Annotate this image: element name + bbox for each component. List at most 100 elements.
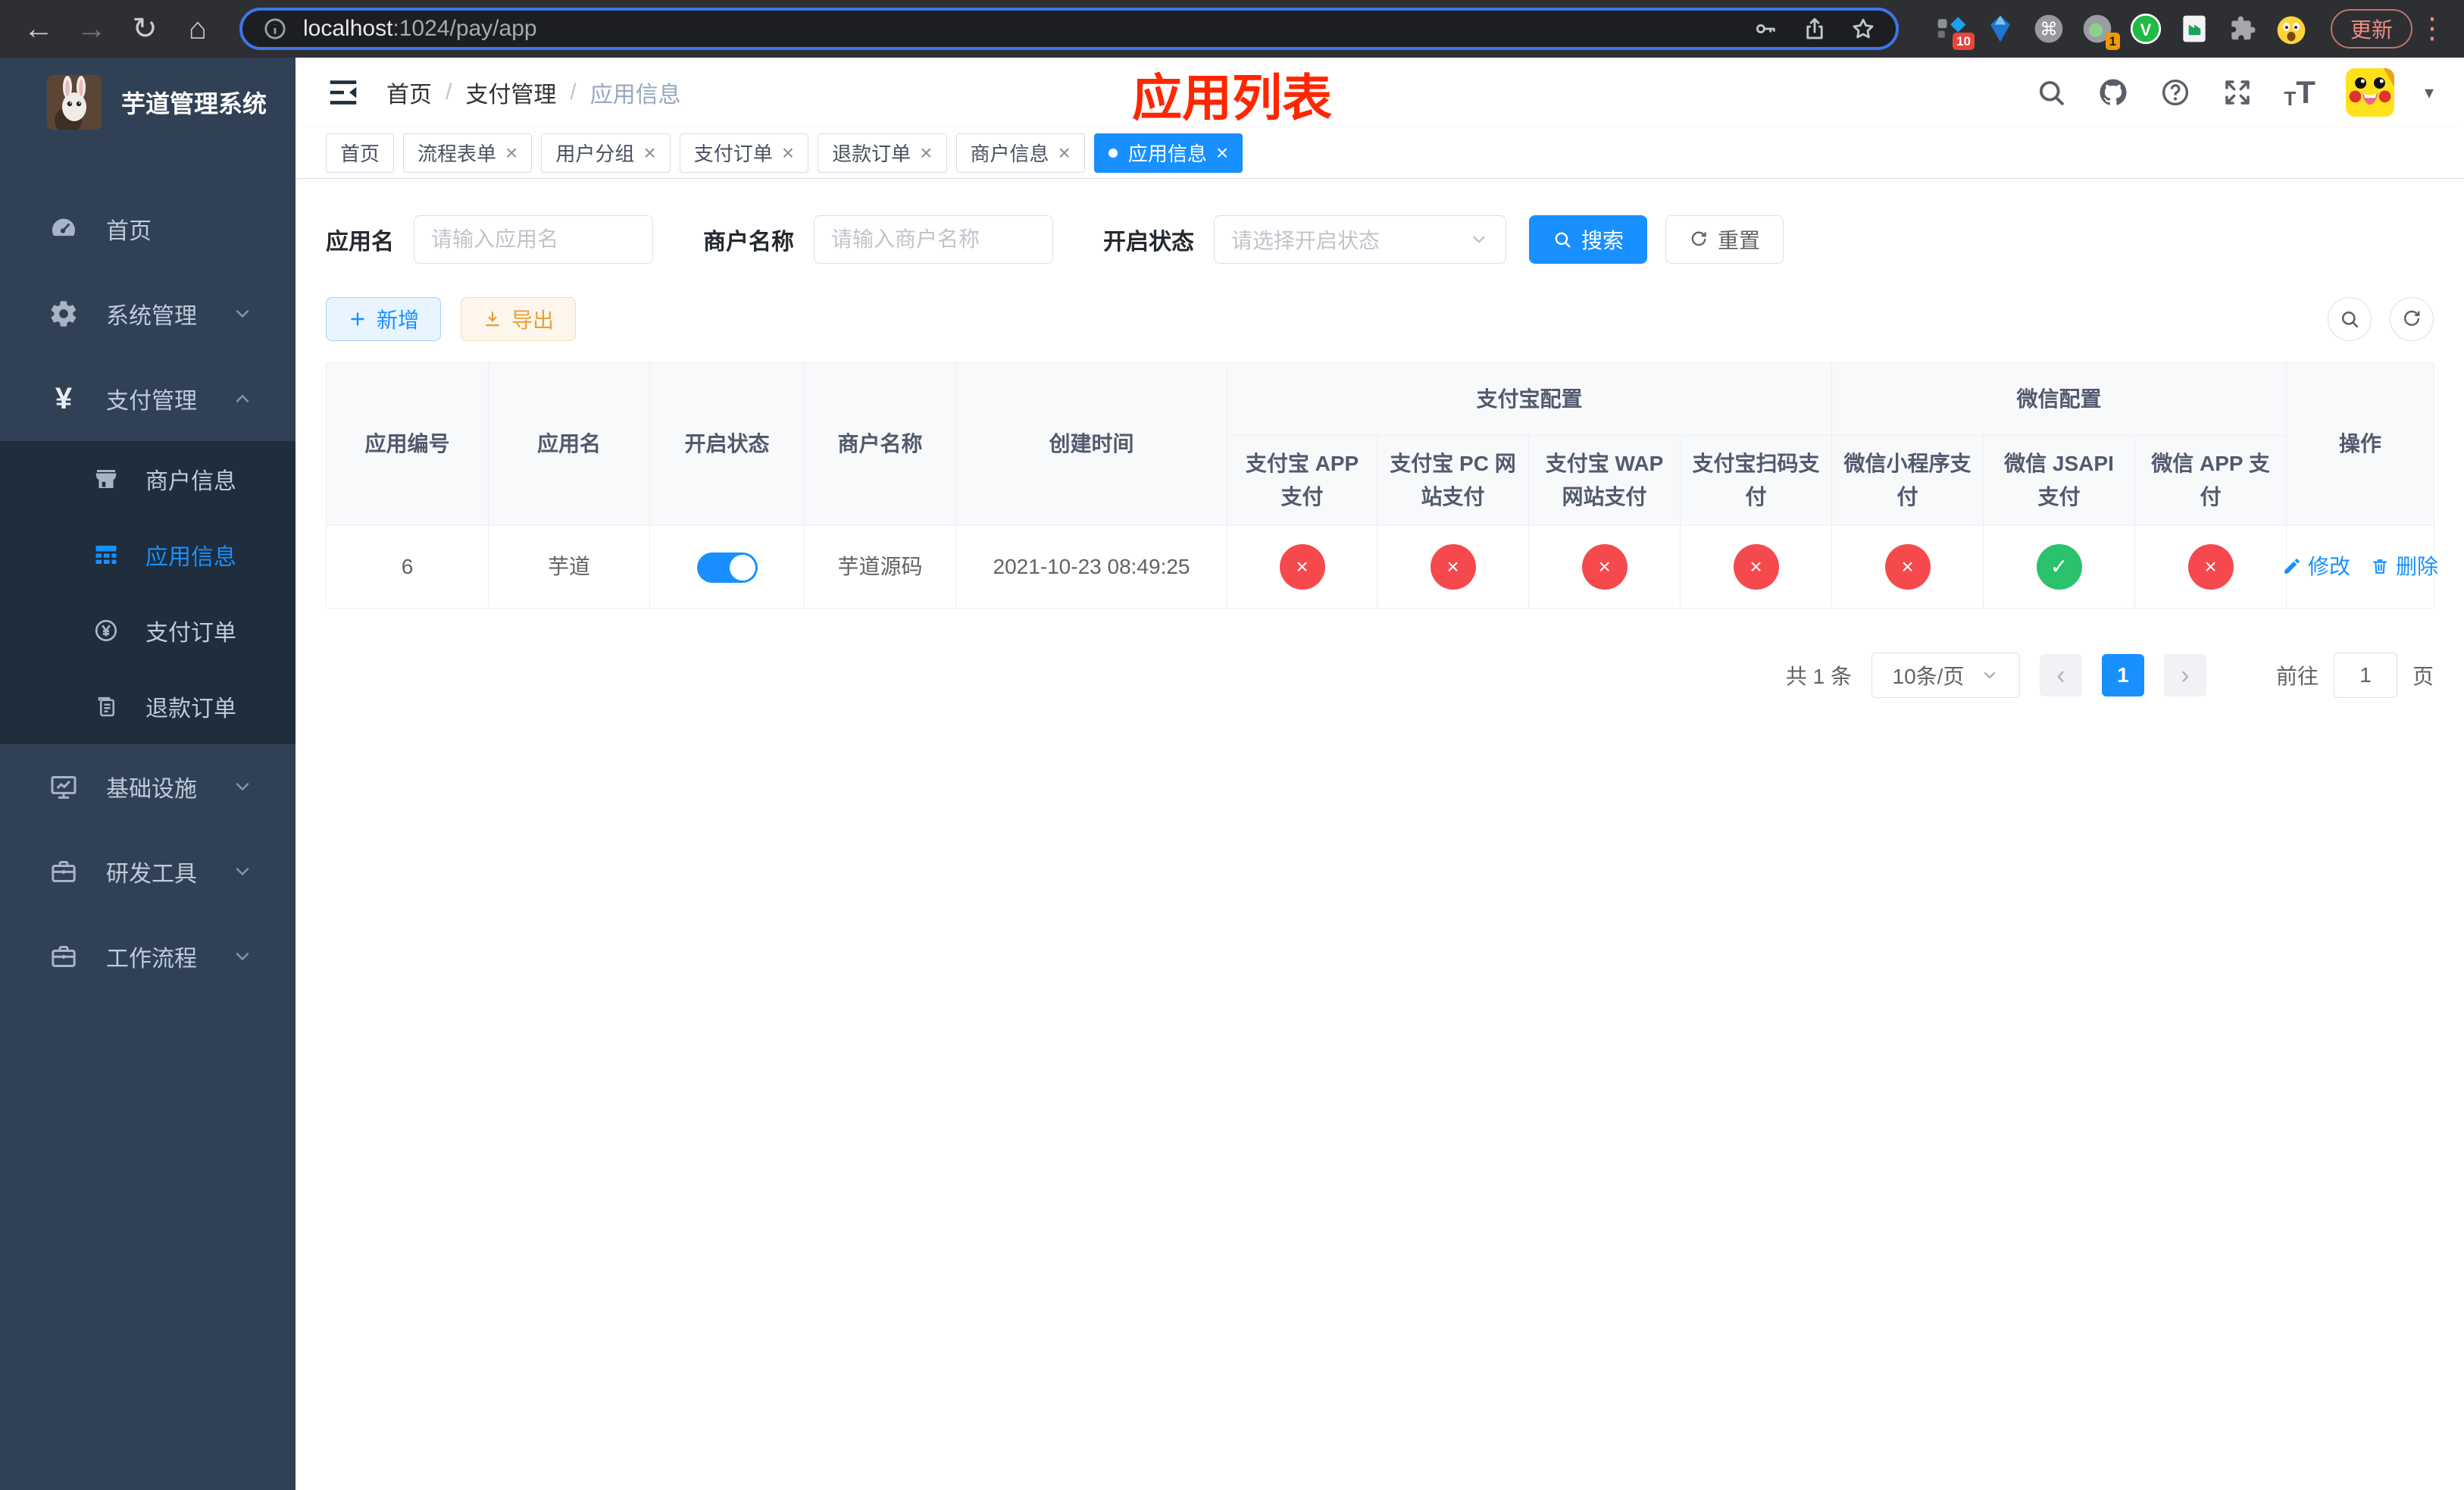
toggle-search-button[interactable] bbox=[2328, 297, 2372, 341]
cell-merchant: 芋道源码 bbox=[804, 524, 956, 609]
extension-icon-5[interactable]: V bbox=[2129, 12, 2162, 45]
browser-forward-button[interactable]: → bbox=[67, 6, 117, 52]
sidebar-item-infrastructure[interactable]: 基础设施 bbox=[0, 744, 295, 829]
font-size-icon[interactable]: TT bbox=[2284, 77, 2315, 109]
status-select[interactable]: 请选择开启状态 bbox=[1214, 215, 1506, 264]
page-number-1[interactable]: 1 bbox=[2101, 654, 2144, 696]
navbar-actions: TT ▾ bbox=[2035, 68, 2434, 117]
menu-label: 工作流程 bbox=[106, 947, 197, 972]
fullscreen-icon[interactable] bbox=[2222, 77, 2253, 108]
password-key-icon[interactable] bbox=[1753, 16, 1779, 42]
chevron-down-icon bbox=[232, 946, 253, 967]
browser-home-button[interactable]: ⌂ bbox=[173, 6, 223, 52]
app-name-input[interactable] bbox=[414, 215, 653, 264]
tab-merchant-info[interactable]: 商户信息 × bbox=[955, 133, 1085, 173]
pagination: 共 1 条 10条/页 ‹ 1 › 前往 页 bbox=[326, 653, 2434, 698]
menu-label: 首页 bbox=[106, 219, 152, 244]
browser-menu-icon[interactable]: ⋮ bbox=[2416, 14, 2449, 43]
prev-page-button[interactable]: ‹ bbox=[2039, 654, 2082, 696]
export-button[interactable]: 导出 bbox=[461, 297, 577, 341]
breadcrumb-payment[interactable]: 支付管理 bbox=[465, 76, 556, 109]
sidebar-item-payment[interactable]: ¥ 支付管理 bbox=[0, 356, 295, 441]
github-icon[interactable] bbox=[2097, 77, 2129, 108]
refresh-table-button[interactable] bbox=[2390, 297, 2434, 341]
col-merchant: 商户名称 bbox=[804, 362, 956, 525]
sidebar-item-pay-order[interactable]: 支付订单 bbox=[0, 593, 295, 668]
app-logo-row[interactable]: 芋道管理系统 bbox=[0, 58, 295, 147]
menu-label: 系统管理 bbox=[106, 304, 197, 329]
sidebar-menu: 首页 系统管理 ¥ 支付管理 商户信息 应用信息 支付订单 退款订单 基础设施 … bbox=[0, 147, 295, 999]
extension-icon-1[interactable]: 10 bbox=[1935, 12, 1975, 50]
page-size-select[interactable]: 10条/页 bbox=[1871, 653, 2020, 698]
sidebar-item-app-info[interactable]: 应用信息 bbox=[0, 517, 295, 593]
search-button[interactable]: 搜索 bbox=[1529, 215, 1648, 264]
col-actions: 操作 bbox=[2286, 362, 2435, 525]
close-icon[interactable]: × bbox=[1216, 142, 1228, 164]
sidebar-item-dev-tools[interactable]: 研发工具 bbox=[0, 829, 295, 914]
site-info-icon[interactable] bbox=[262, 16, 288, 42]
sidebar-item-merchant-info[interactable]: 商户信息 bbox=[0, 441, 295, 517]
col-status: 开启状态 bbox=[649, 362, 805, 525]
col-group-wechat: 微信配置 bbox=[1831, 362, 2287, 436]
breadcrumb-home[interactable]: 首页 bbox=[386, 76, 432, 109]
app-table: 应用编号 应用名 开启状态 商户名称 创建时间 支付宝配置 微信配置 操作 支付… bbox=[326, 362, 2438, 609]
goto-page-input[interactable] bbox=[2333, 653, 2397, 698]
col-wechat-app: 微信 APP 支付 bbox=[2134, 435, 2287, 525]
extension-icon-2[interactable] bbox=[1984, 12, 2017, 45]
sidebar-item-system[interactable]: 系统管理 bbox=[0, 271, 295, 356]
close-icon[interactable]: × bbox=[920, 142, 932, 164]
close-icon[interactable]: × bbox=[505, 142, 518, 164]
close-icon[interactable]: × bbox=[643, 142, 655, 164]
tab-process-form[interactable]: 流程表单 × bbox=[403, 133, 533, 173]
browser-update-button[interactable]: 更新 bbox=[2331, 9, 2413, 49]
alipay-qr-status-icon: × bbox=[1733, 543, 1779, 590]
tab-app-info[interactable]: 应用信息 × bbox=[1093, 133, 1243, 173]
extension-icon-3[interactable]: ⌘ bbox=[2032, 12, 2065, 45]
close-icon[interactable]: × bbox=[1058, 142, 1071, 164]
share-icon[interactable] bbox=[1802, 16, 1828, 42]
extensions-puzzle-icon[interactable] bbox=[2226, 12, 2259, 45]
chevron-down-icon bbox=[1981, 666, 1999, 684]
url-text[interactable]: localhost:1024/pay/app bbox=[303, 16, 1738, 42]
search-icon[interactable] bbox=[2035, 77, 2067, 108]
sidebar-item-home[interactable]: 首页 bbox=[0, 186, 295, 271]
avatar[interactable] bbox=[2345, 68, 2394, 117]
extension-icon-6[interactable] bbox=[2178, 12, 2211, 45]
sidebar-collapse-icon[interactable] bbox=[326, 75, 361, 110]
edit-link[interactable]: 修改 bbox=[2282, 550, 2350, 583]
extensions-row: 10 ⌘ 1 V bbox=[1935, 12, 2308, 50]
bookmark-star-icon[interactable] bbox=[1850, 16, 1876, 42]
tab-refund-order[interactable]: 退款订单 × bbox=[818, 133, 947, 173]
delete-link[interactable]: 删除 bbox=[2370, 550, 2438, 583]
browser-toolbar: ← → ↻ ⌂ localhost:1024/pay/app 10 ⌘ 1 V … bbox=[0, 0, 2464, 58]
help-icon[interactable] bbox=[2159, 77, 2191, 108]
add-button[interactable]: 新增 bbox=[326, 297, 442, 341]
extension-icon-emoji[interactable] bbox=[2275, 12, 2308, 45]
enabled-switch[interactable] bbox=[696, 552, 758, 584]
sidebar-item-workflow[interactable]: 工作流程 bbox=[0, 914, 295, 999]
chevron-up-icon bbox=[232, 388, 253, 409]
briefcase-icon bbox=[48, 941, 79, 972]
dashboard-icon bbox=[48, 214, 79, 244]
caret-down-icon[interactable]: ▾ bbox=[2425, 82, 2434, 104]
tab-pay-order[interactable]: 支付订单 × bbox=[679, 133, 809, 173]
sidebar-item-refund-order[interactable]: 退款订单 bbox=[0, 668, 295, 744]
goto-suffix: 页 bbox=[2412, 665, 2434, 688]
address-bar[interactable]: localhost:1024/pay/app bbox=[239, 8, 1899, 50]
extension-icon-4[interactable]: 1 bbox=[2081, 12, 2120, 50]
update-label: 更新 bbox=[2350, 18, 2394, 42]
next-page-button[interactable]: › bbox=[2163, 654, 2206, 696]
menu-label: 研发工具 bbox=[106, 862, 197, 887]
chevron-down-icon bbox=[232, 776, 253, 797]
cell-app-name: 芋道 bbox=[488, 524, 650, 609]
merchant-name-input[interactable] bbox=[814, 215, 1053, 264]
tab-home[interactable]: 首页 bbox=[326, 133, 395, 173]
browser-reload-button[interactable]: ↻ bbox=[120, 6, 170, 52]
browser-back-button[interactable]: ← bbox=[14, 6, 64, 52]
wechat-jsapi-status-icon: ✓ bbox=[2036, 543, 2082, 590]
briefcase-icon bbox=[48, 856, 79, 887]
reset-button[interactable]: 重置 bbox=[1665, 215, 1784, 264]
extension-badge: 10 bbox=[1953, 33, 1975, 50]
close-icon[interactable]: × bbox=[782, 142, 794, 164]
tab-user-group[interactable]: 用户分组 × bbox=[541, 133, 671, 173]
